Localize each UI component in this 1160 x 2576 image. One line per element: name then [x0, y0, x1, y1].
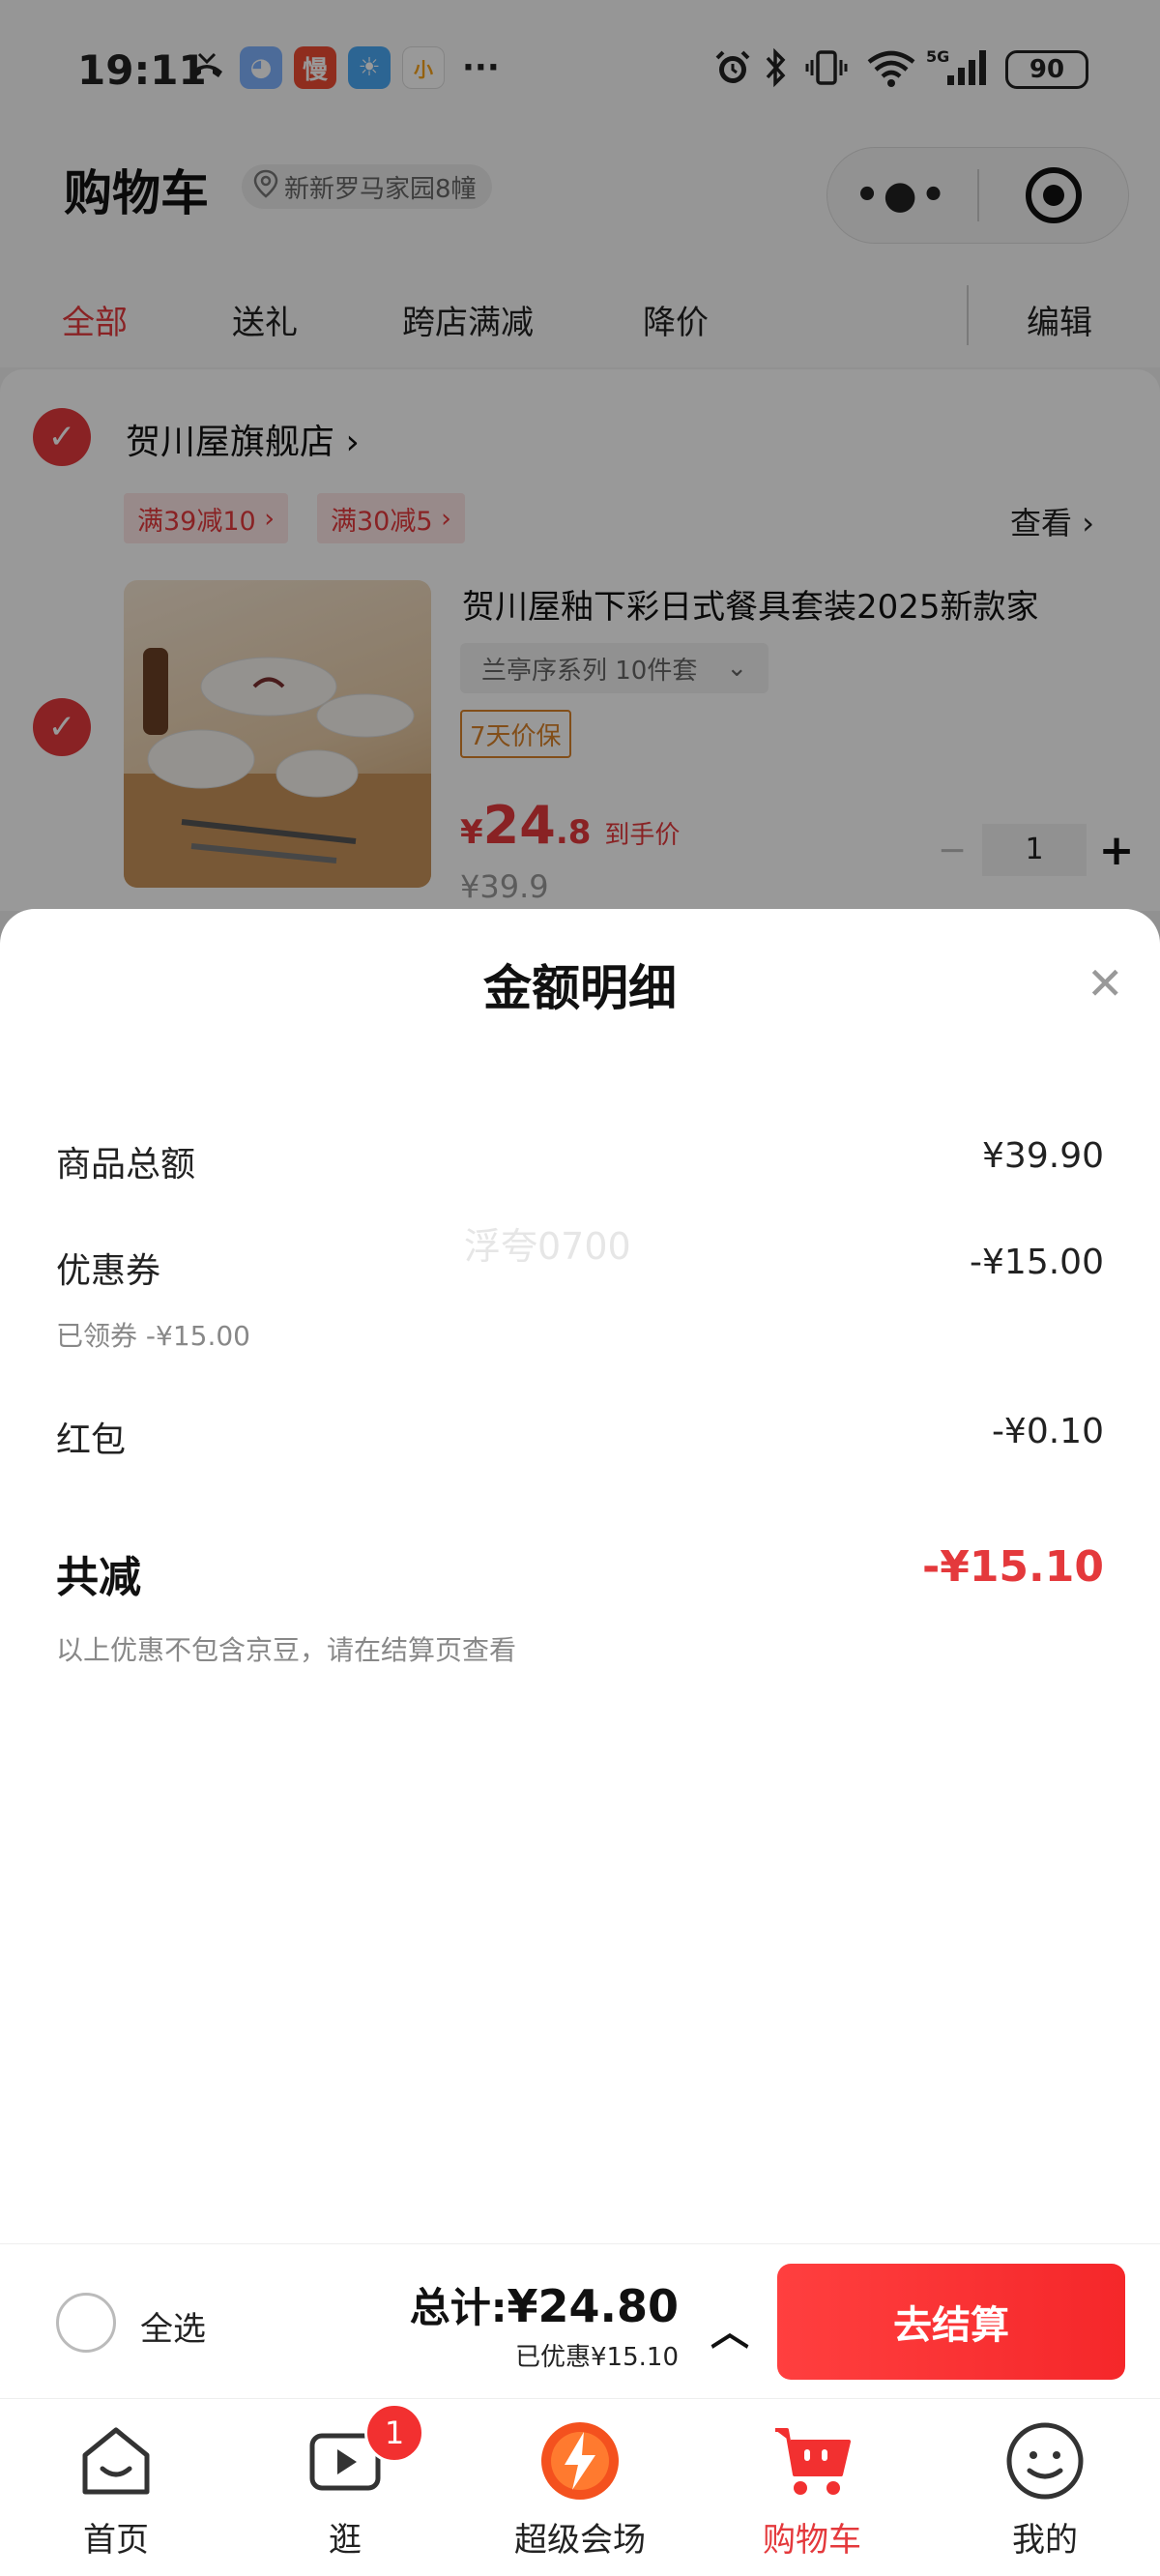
nav-home[interactable]: 首页 — [34, 2420, 198, 2561]
nav-cart[interactable]: 购物车 — [730, 2420, 894, 2561]
nav-label: 首页 — [83, 2521, 149, 2560]
bottom-tab-bar: 首页 1 逛 超级会场 购物车 我的 — [0, 2398, 1160, 2576]
close-icon[interactable]: ✕ — [1087, 957, 1124, 1010]
nav-browse[interactable]: 1 逛 — [263, 2403, 427, 2561]
profile-face-icon — [1004, 2420, 1086, 2502]
sheet-title: 金额明细 — [483, 960, 677, 1016]
goods-total-label: 商品总额 — [56, 1145, 196, 1185]
coupon-detail: 已领券 -¥15.00 — [56, 1320, 250, 1352]
discount-footnote: 以上优惠不包含京豆，请在结算页查看 — [56, 1634, 517, 1666]
red-packet-value: -¥0.10 — [991, 1412, 1104, 1451]
coupon-label: 优惠券 — [56, 1251, 161, 1291]
chevron-up-icon[interactable]: ︿ — [710, 2300, 749, 2356]
select-all-checkbox[interactable] — [56, 2293, 116, 2353]
saved-amount: 已优惠¥15.10 — [515, 2343, 679, 2372]
goods-total-value: ¥39.90 — [982, 1136, 1104, 1176]
total-discount-label: 共减 — [56, 1553, 141, 1602]
video-play-icon: 1 — [304, 2403, 424, 2502]
nav-label: 超级会场 — [514, 2521, 646, 2560]
super-venue-icon — [539, 2420, 621, 2502]
nav-label: 逛 — [329, 2521, 362, 2560]
home-icon — [75, 2420, 157, 2502]
total-sum-label: 总计: — [409, 2284, 508, 2331]
nav-super-venue[interactable]: 超级会场 — [498, 2420, 662, 2561]
red-packet-label: 红包 — [56, 1420, 127, 1460]
amount-detail-sheet: 金额明细 ✕ 浮夸0700 商品总额 ¥39.90 优惠券 -¥15.00 已领… — [0, 909, 1160, 2243]
nav-mine[interactable]: 我的 — [963, 2420, 1127, 2561]
coupon-value: -¥15.00 — [970, 1243, 1104, 1282]
checkout-bar: 全选 总计:¥24.80 已优惠¥15.10 ︿ 去结算 — [0, 2243, 1160, 2398]
total-sum-value: ¥24.80 — [507, 2280, 679, 2332]
total-discount-value: -¥15.10 — [921, 1542, 1104, 1592]
total-sum: 总计:¥24.80 — [410, 2275, 679, 2334]
select-all-label[interactable]: 全选 — [140, 2302, 206, 2350]
nav-label: 购物车 — [763, 2521, 861, 2560]
checkout-button[interactable]: 去结算 — [777, 2264, 1125, 2380]
notification-badge: 1 — [364, 2403, 424, 2463]
cart-icon — [771, 2420, 853, 2502]
nav-label: 我的 — [1012, 2521, 1078, 2560]
watermark: 浮夸0700 — [464, 1225, 631, 1268]
